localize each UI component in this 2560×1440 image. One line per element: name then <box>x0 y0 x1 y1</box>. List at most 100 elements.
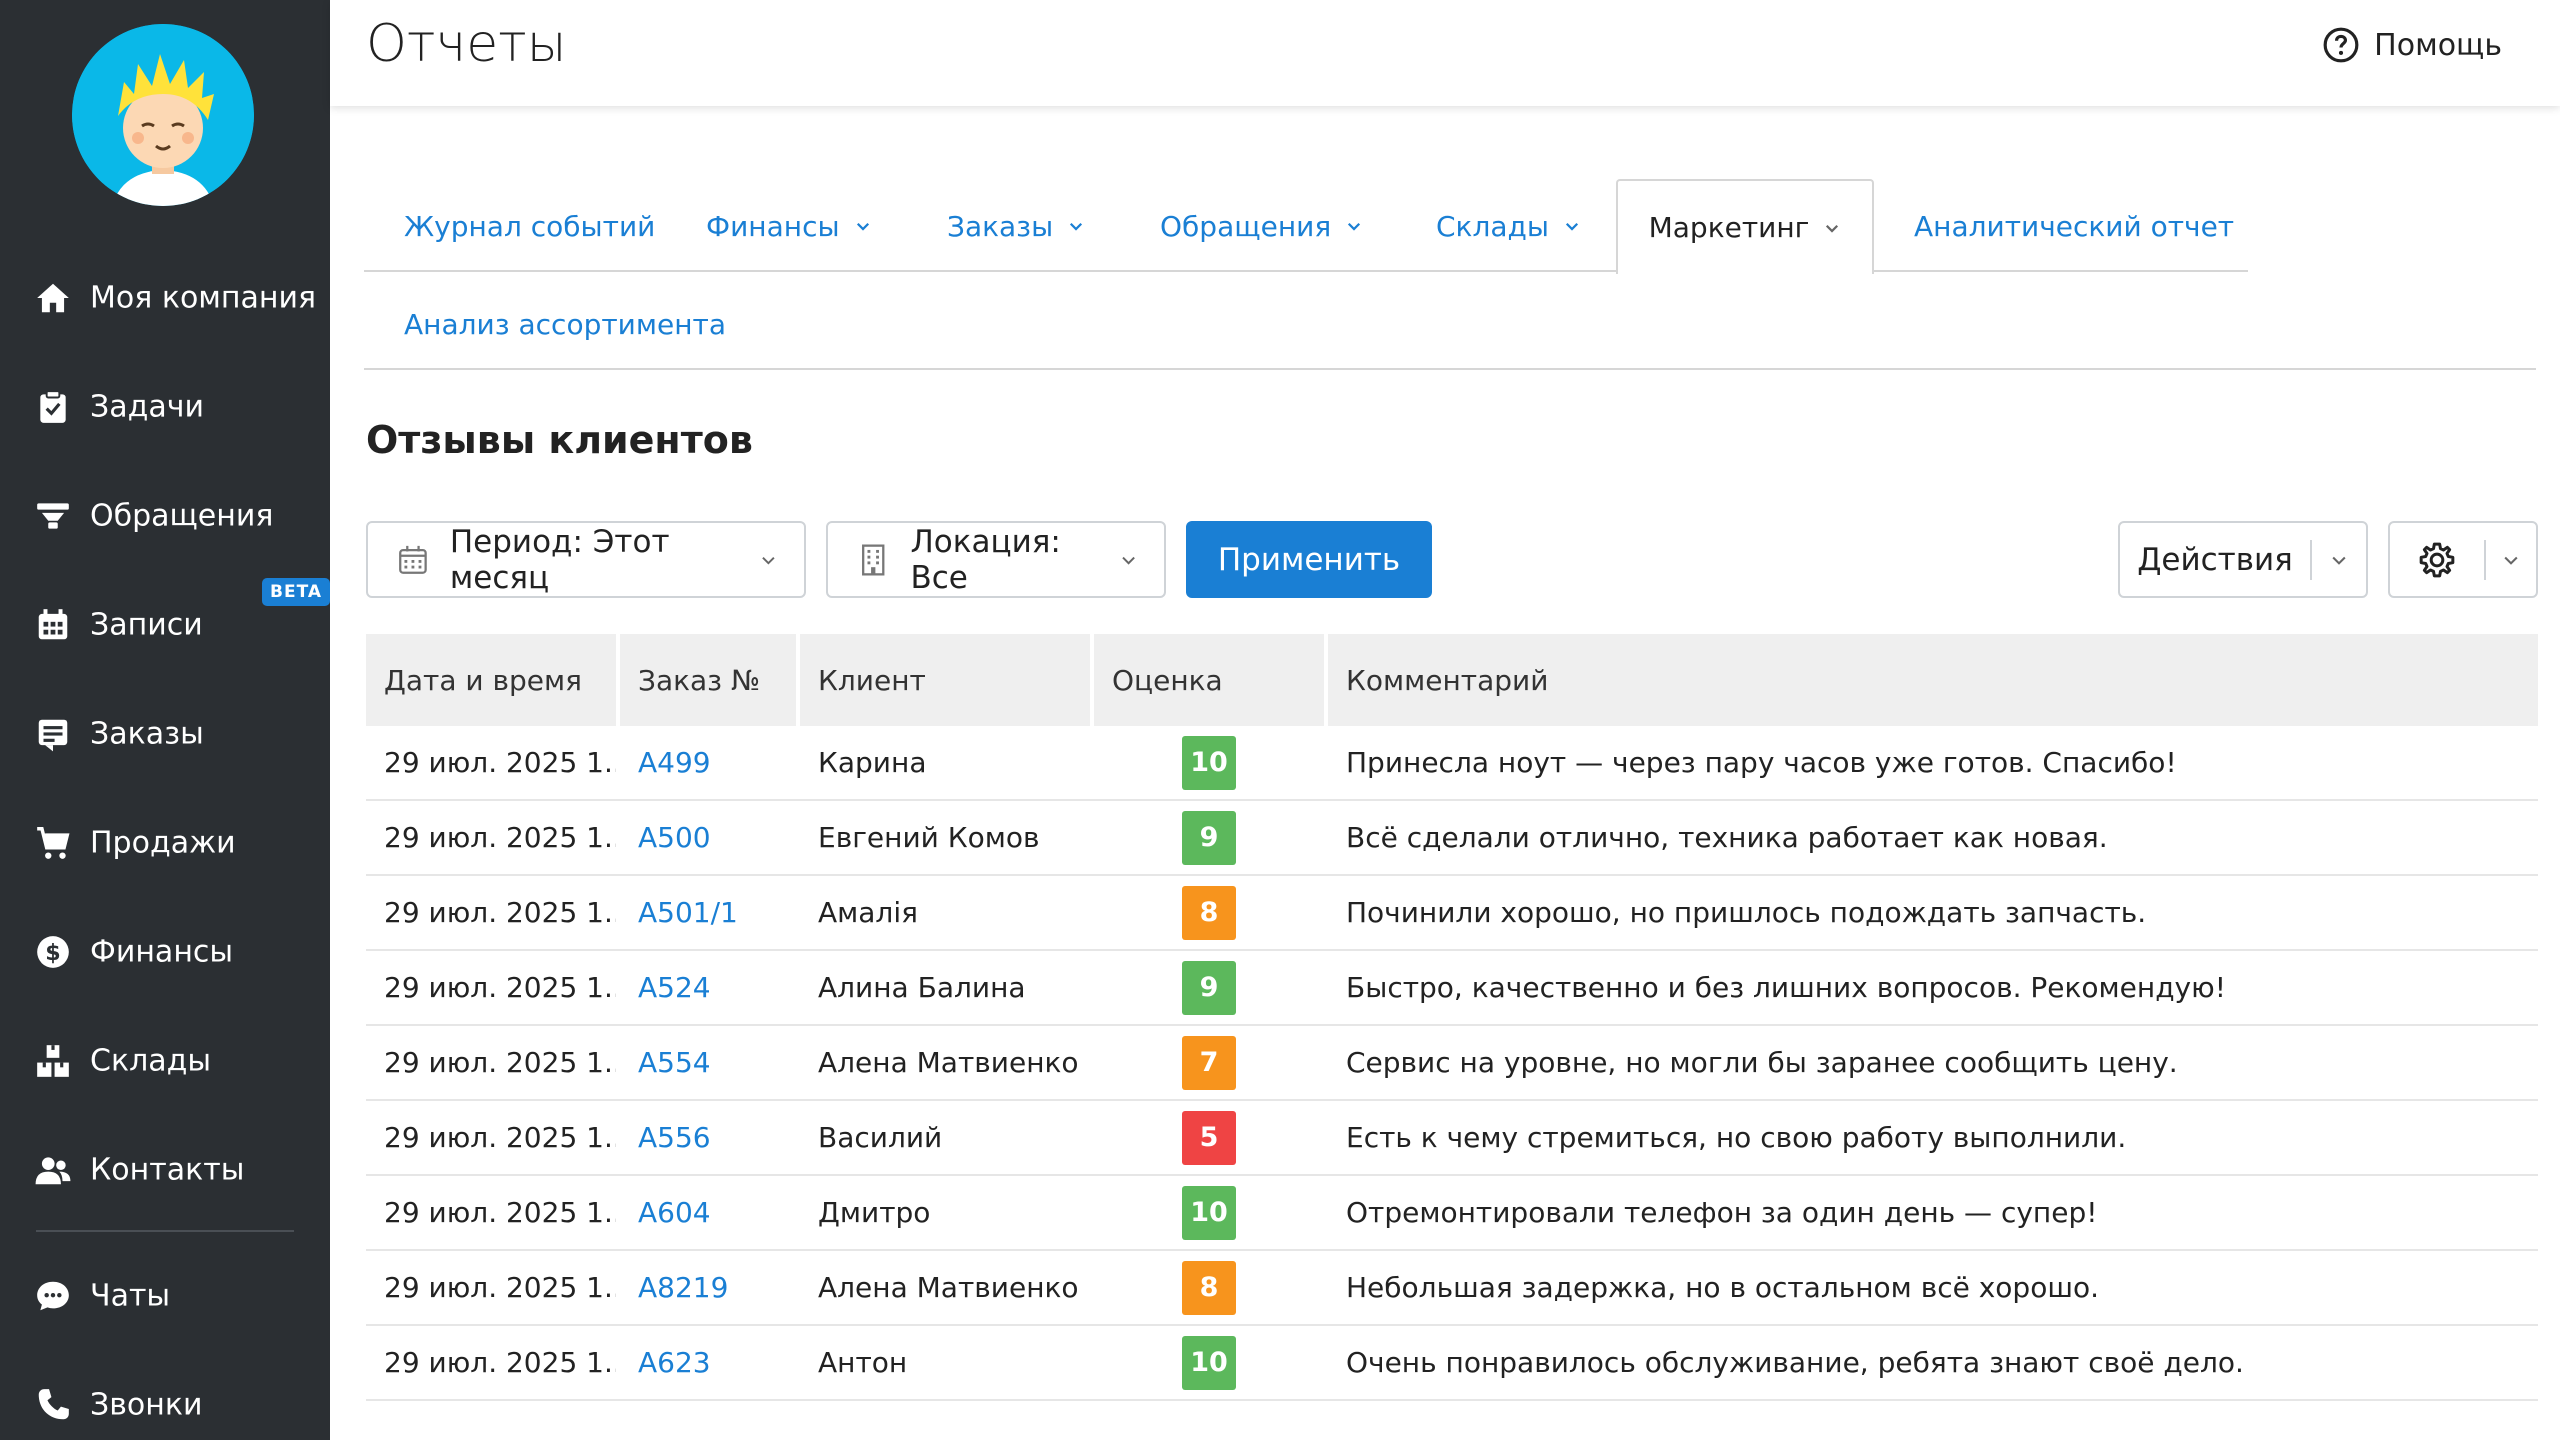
tab-label: Склады <box>1436 209 1549 243</box>
gear-icon <box>2419 542 2455 577</box>
order-link[interactable]: A623 <box>620 1326 796 1399</box>
cell-client: Алена Матвиенко <box>818 1271 1079 1304</box>
order-link[interactable]: A499 <box>620 726 796 799</box>
sidebar-item-tasks[interactable]: Задачи <box>0 367 330 447</box>
table-row[interactable]: 29 июл. 2025 1... A604 Дмитро 10 Отремонтиро… <box>366 1176 2538 1251</box>
help-button[interactable]: Помощь <box>2322 26 2502 64</box>
sidebar-item-warehouses[interactable]: Склады <box>0 1021 330 1101</box>
chevron-down-icon <box>762 556 775 565</box>
column-header-date[interactable]: Дата и время <box>366 634 616 726</box>
settings-button[interactable] <box>2390 523 2484 596</box>
settings-caret-button[interactable] <box>2486 523 2536 596</box>
period-filter-label: Период: Этот месяц <box>449 523 670 596</box>
period-filter[interactable]: Период: Этот месяц <box>366 521 806 598</box>
page-title: Отчеты <box>366 14 567 74</box>
tab-marketing[interactable]: Маркетинг <box>1616 179 1874 274</box>
sidebar-item-company[interactable]: Моя компания <box>0 258 330 338</box>
cell-date: 29 июл. 2025 1... <box>384 746 616 779</box>
order-link[interactable]: A554 <box>620 1026 796 1099</box>
order-link[interactable]: A501/1 <box>620 876 796 949</box>
table-row[interactable]: 29 июл. 2025 1... A499 Карина 10 Принесла но… <box>366 726 2538 801</box>
column-header-score[interactable]: Оценка <box>1094 634 1324 726</box>
sidebar-item-label: Записи <box>90 607 203 643</box>
order-link[interactable]: A604 <box>620 1176 796 1249</box>
table-row[interactable]: 29 июл. 2025 1... A8219 Алена Матвиенко 8 Не… <box>366 1251 2538 1326</box>
cell-comment: Небольшая задержка, но в остальном всё х… <box>1346 1271 2099 1304</box>
sidebar-item-calls[interactable]: Звонки <box>0 1365 330 1440</box>
cell-score: 8 <box>1094 1251 1324 1324</box>
score-badge: 9 <box>1182 810 1236 865</box>
sidebar-item-finance[interactable]: $ Финансы <box>0 912 330 992</box>
sidebar-item-chats[interactable]: Чаты <box>0 1256 330 1336</box>
tab-requests[interactable]: Обращения <box>1160 180 1363 272</box>
score-badge: 10 <box>1182 1185 1236 1240</box>
cell-score: 7 <box>1094 1026 1324 1099</box>
clipboard-icon <box>34 388 72 426</box>
table-row[interactable]: 29 июл. 2025 1... A501/1 Амалія 8 Починили х… <box>366 876 2538 951</box>
tab-event-log[interactable]: Журнал событий <box>404 180 655 272</box>
funnel-icon <box>34 497 72 535</box>
cell-client: Евгений Комов <box>818 821 1040 854</box>
chat-icon <box>34 1277 72 1315</box>
settings-dropdown <box>2388 521 2538 598</box>
sidebar-item-requests[interactable]: Обращения <box>0 476 330 556</box>
sidebar-item-orders[interactable]: Заказы <box>0 694 330 774</box>
order-link[interactable]: A556 <box>620 1101 796 1174</box>
table-body: 29 июл. 2025 1... A499 Карина 10 Принесла но… <box>366 726 2538 1401</box>
actions-button[interactable]: Действия <box>2120 523 2310 596</box>
actions-caret-button[interactable] <box>2312 523 2366 596</box>
sidebar-divider <box>36 1230 294 1232</box>
sidebar-item-contacts[interactable]: Контакты <box>0 1130 330 1210</box>
sidebar-item-label: Чаты <box>90 1278 171 1314</box>
order-link[interactable]: A524 <box>620 951 796 1024</box>
column-header-comment[interactable]: Комментарий <box>1328 634 2538 726</box>
order-link[interactable]: A8219 <box>620 1251 796 1324</box>
building-icon <box>862 543 885 576</box>
top-header: Отчеты Помощь <box>330 0 2560 106</box>
sidebar: Моя компания Задачи Обращения Записи BET… <box>0 0 331 1440</box>
tab-orders[interactable]: Заказы <box>947 180 1085 272</box>
table-row[interactable]: 29 июл. 2025 1... A500 Евгений Комов 9 Всё с… <box>366 801 2538 876</box>
tab-analytics-report[interactable]: Аналитический отчет <box>1914 180 2234 272</box>
home-icon <box>34 279 72 317</box>
table-header: Дата и время Заказ № Клиент Оценка Комме… <box>366 634 2538 726</box>
cell-client: Алена Матвиенко <box>818 1046 1079 1079</box>
sidebar-item-label: Склады <box>90 1043 212 1079</box>
cell-comment: Отремонтировали телефон за один день — с… <box>1346 1196 2098 1229</box>
table-row[interactable]: 29 июл. 2025 1... A554 Алена Матвиенко 7 Сер… <box>366 1026 2538 1101</box>
sidebar-item-label: Моя компания <box>90 280 317 316</box>
table-row[interactable]: 29 июл. 2025 1... A556 Василий 5 Есть к чему… <box>366 1101 2538 1176</box>
sidebar-item-label: Финансы <box>90 934 234 970</box>
cell-score: 9 <box>1094 951 1324 1024</box>
tab-label: Маркетинг <box>1648 211 1810 244</box>
section-title: Отзывы клиентов <box>366 418 753 462</box>
order-link[interactable]: A500 <box>620 801 796 874</box>
chevron-down-icon <box>1565 222 1579 231</box>
table-row[interactable]: 29 июл. 2025 1... A623 Антон 10 Очень понрав… <box>366 1326 2538 1401</box>
avatar[interactable] <box>72 24 254 206</box>
beta-badge: BETA <box>262 578 331 606</box>
apply-button[interactable]: Применить <box>1186 521 1432 598</box>
cell-client: Карина <box>818 746 927 779</box>
tab-finance[interactable]: Финансы <box>706 180 872 272</box>
cell-score: 9 <box>1094 801 1324 874</box>
sidebar-item-sales[interactable]: Продажи <box>0 803 330 883</box>
cell-date: 29 июл. 2025 1... <box>384 1196 616 1229</box>
tab-assortment-analysis[interactable]: Анализ ассортимента <box>404 278 726 370</box>
score-badge: 5 <box>1182 1110 1236 1165</box>
column-header-client[interactable]: Клиент <box>800 634 1090 726</box>
tab-warehouses[interactable]: Склады <box>1436 180 1581 272</box>
tab-label: Журнал событий <box>404 209 656 243</box>
cell-score: 8 <box>1094 876 1324 949</box>
table-row[interactable]: 29 июл. 2025 1... A524 Алина Балина 9 Быстро… <box>366 951 2538 1026</box>
location-filter[interactable]: Локация: Все <box>826 521 1166 598</box>
sidebar-item-label: Продажи <box>90 825 236 861</box>
chevron-down-icon <box>2332 556 2346 565</box>
cell-date: 29 июл. 2025 1... <box>384 1271 616 1304</box>
cell-score: 10 <box>1094 726 1324 799</box>
column-header-order[interactable]: Заказ № <box>620 634 796 726</box>
cell-client: Василий <box>818 1121 943 1154</box>
chevron-down-icon <box>1826 224 1839 233</box>
cell-client: Антон <box>818 1346 908 1379</box>
dollar-icon: $ <box>34 933 72 971</box>
